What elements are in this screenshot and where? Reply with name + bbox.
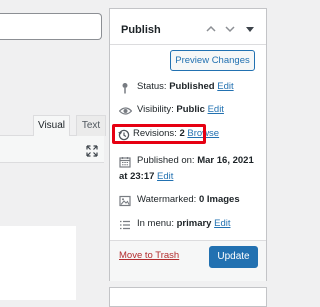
status-label: Status: bbox=[137, 81, 167, 92]
published-row: Published on: Mar 16, 2021 bbox=[137, 155, 254, 167]
pin-icon bbox=[119, 81, 131, 94]
calendar-icon bbox=[119, 155, 131, 168]
edit-published-link[interactable]: Edit bbox=[157, 171, 173, 182]
menu-row: In menu: primary Edit bbox=[137, 218, 230, 230]
edit-status-link[interactable]: Edit bbox=[217, 81, 233, 92]
panel-header-divider bbox=[110, 44, 266, 45]
tab-text[interactable]: Text bbox=[76, 115, 106, 136]
published-time: at 23:17 bbox=[119, 171, 155, 182]
update-button[interactable]: Update bbox=[209, 246, 258, 268]
fullscreen-icon[interactable] bbox=[86, 144, 98, 157]
visibility-value: Public bbox=[176, 104, 205, 115]
watermarked-value: 0 Images bbox=[198, 194, 240, 205]
visibility-row: Visibility: Public Edit bbox=[137, 104, 224, 116]
editor-content-area[interactable] bbox=[0, 226, 76, 300]
image-icon bbox=[119, 194, 131, 207]
preview-changes-button[interactable]: Preview Changes bbox=[170, 50, 255, 71]
menu-icon bbox=[119, 218, 131, 230]
status-row: Status: Published Edit bbox=[137, 81, 234, 93]
edit-menu-link[interactable]: Edit bbox=[214, 218, 230, 229]
toggle-panel-icon[interactable] bbox=[244, 22, 256, 34]
menu-label: In menu: bbox=[137, 218, 174, 229]
next-panel bbox=[109, 287, 267, 307]
menu-value: primary bbox=[176, 218, 212, 229]
published-time-row: at 23:17 Edit bbox=[119, 171, 173, 183]
status-value: Published bbox=[169, 81, 215, 92]
move-to-trash-link[interactable]: Move to Trash bbox=[119, 250, 179, 262]
edit-visibility-link[interactable]: Edit bbox=[208, 104, 224, 115]
visibility-label: Visibility: bbox=[137, 104, 174, 115]
revisions-highlight-box bbox=[112, 124, 206, 144]
published-label: Published on: bbox=[137, 155, 195, 166]
watermarked-label: Watermarked: bbox=[137, 194, 197, 205]
panel-title: Publish bbox=[121, 24, 161, 36]
watermarked-row: Watermarked: 0 Images bbox=[137, 194, 240, 206]
published-date: Mar 16, 2021 bbox=[197, 155, 254, 166]
post-title-input[interactable] bbox=[0, 13, 102, 40]
chevron-up-icon[interactable] bbox=[205, 22, 217, 34]
chevron-down-icon[interactable] bbox=[224, 22, 236, 34]
eye-icon bbox=[118, 104, 133, 116]
tab-visual[interactable]: Visual bbox=[33, 115, 70, 136]
